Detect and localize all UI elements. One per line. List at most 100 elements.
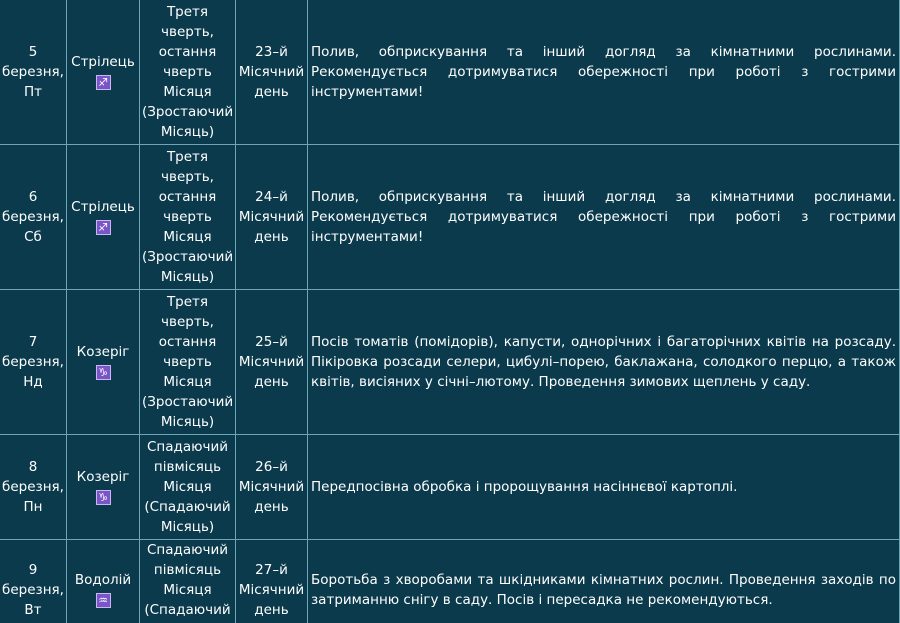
moon-phase-line: чверть xyxy=(163,209,212,225)
table-row: 8 березня, Пн Козеріг ♑ Спадаючий півмісяць Міс… xyxy=(0,434,900,540)
table-body: 5 березня, Пт Стрілець ♐ Третя чверть, остання ч… xyxy=(0,0,900,623)
date-line: березня, xyxy=(2,64,64,80)
date-cell: 5 березня, Пт xyxy=(0,0,67,145)
lunar-day-line: 23–й xyxy=(255,44,288,60)
moon-phase-line: Місяця xyxy=(163,582,212,598)
zodiac-cell: Стрілець ♐ xyxy=(66,144,140,290)
zodiac-cell: Водолій ♒ xyxy=(66,539,140,623)
recommendation-cell: Боротьба з хворобами та шкідниками кімна… xyxy=(307,539,900,623)
table-row: 6 березня, Сб Стрілець ♐ Третя чверть, остання ч… xyxy=(0,144,900,290)
moon-phase-line: чверть xyxy=(163,354,212,370)
lunar-day-cell: 23–й Місячний день xyxy=(235,0,308,145)
table-row: 7 березня, Нд Козеріг ♑ Третя чверть, остання чв… xyxy=(0,289,900,435)
moon-phase-line: (Зростаючий xyxy=(142,249,234,265)
zodiac-cell: Стрілець ♐ xyxy=(66,0,140,145)
date-cell: 8 березня, Пн xyxy=(0,434,67,540)
moon-phase-line: остання xyxy=(158,44,217,60)
date-line: Вт xyxy=(24,602,42,618)
zodiac-sign-name: Стрілець xyxy=(71,54,135,70)
moon-phase-cell: Третя чверть, остання чверть Місяця (Зростаюч… xyxy=(139,0,236,145)
lunar-day-line: день xyxy=(254,374,289,390)
moon-phase-line: (Спадаючий xyxy=(144,602,231,618)
date-line: березня, xyxy=(2,582,64,598)
moon-phase-line: півмісяць xyxy=(153,562,222,578)
date-line: 9 xyxy=(28,562,38,578)
lunar-day-cell: 24–й Місячний день xyxy=(235,144,308,290)
table-row: 9 березня, Вт Водолій ♒ Спадаючий півмісяць Міс… xyxy=(0,539,900,623)
moon-phase-cell: СпадаючийпівмісяцьМісяця(СпадаючийМісяць… xyxy=(139,539,236,623)
zodiac-sign-name: Козеріг xyxy=(76,469,130,485)
moon-phase-line: Місяця xyxy=(163,84,212,100)
moon-phase-line: чверть xyxy=(163,64,212,80)
moon-phase-cell: Третя чверть, остання чверть Місяця (Зростаюч… xyxy=(139,144,236,290)
lunar-day-line: 24–й xyxy=(255,189,288,205)
recommendation-cell: Посів томатів (помідорів), капусти, одно… xyxy=(307,289,900,435)
lunar-day-cell: 26–й Місячний день xyxy=(235,434,308,540)
moon-phase-line: Місяць) xyxy=(160,414,215,430)
date-line: березня, xyxy=(2,354,64,370)
lunar-day-line: день xyxy=(254,602,289,618)
zodiac-sign-name: Стрілець xyxy=(71,199,135,215)
lunar-day-line: день xyxy=(254,499,289,515)
lunar-day-cell: 25–й Місячний день xyxy=(235,289,308,435)
recommendation-cell: Передпосівна обробка і пророщування насі… xyxy=(307,434,900,540)
moon-phase-line: півмісяць xyxy=(153,459,222,475)
moon-phase-line: Місяць) xyxy=(160,519,215,535)
moon-phase-cell: Спадаючий півмісяць Місяця (Спадаючий Місяць… xyxy=(139,434,236,540)
lunar-calendar-table: 5 березня, Пт Стрілець ♐ Третя чверть, остання ч… xyxy=(0,0,900,623)
moon-phase-line: остання xyxy=(158,334,217,350)
zodiac-cell: Козеріг ♑ xyxy=(66,434,140,540)
date-line: березня, xyxy=(2,479,64,495)
zodiac-sign-name: Козеріг xyxy=(76,344,130,360)
lunar-day-line: 25–й xyxy=(255,334,288,350)
lunar-day-line: день xyxy=(254,84,289,100)
lunar-day-cell: 27–й Місячний день xyxy=(235,539,308,623)
date-line: 7 xyxy=(28,334,38,350)
moon-phase-line: Третя xyxy=(166,149,209,165)
lunar-day-line: Місячний xyxy=(238,209,305,225)
date-line: Нд xyxy=(23,374,43,390)
date-cell: 7 березня, Нд xyxy=(0,289,67,435)
moon-phase-line: Третя xyxy=(166,4,209,20)
moon-phase-line: Третя xyxy=(166,294,209,310)
moon-phase-line: (Спадаючий xyxy=(144,499,231,515)
moon-phase-line: остання xyxy=(158,189,217,205)
date-line: 5 xyxy=(28,44,38,60)
date-line: 8 xyxy=(28,459,38,475)
date-line: Пт xyxy=(23,84,42,100)
moon-phase-line: Місяць) xyxy=(160,124,215,140)
moon-phase-line: Спадаючий xyxy=(146,542,229,558)
sagittarius-icon: ♐ xyxy=(95,220,111,235)
date-line: Пн xyxy=(23,499,43,515)
lunar-day-line: 27–й xyxy=(255,562,288,578)
table-row: 5 березня, Пт Стрілець ♐ Третя чверть, остання ч… xyxy=(0,0,900,145)
date-line: 6 xyxy=(28,189,38,205)
lunar-day-line: Місячний xyxy=(238,64,305,80)
moon-phase-line: (Зростаючий xyxy=(142,394,234,410)
recommendation-cell: Полив, обприскування та інший догляд за … xyxy=(307,144,900,290)
moon-phase-cell: Третя чверть, остання чверть Місяця (Зростаюч… xyxy=(139,289,236,435)
moon-phase-line: чверть, xyxy=(161,24,214,40)
date-line: березня, xyxy=(2,209,64,225)
lunar-calendar-view: 5 березня, Пт Стрілець ♐ Третя чверть, остання ч… xyxy=(0,0,900,623)
zodiac-sign-name: Водолій xyxy=(74,572,132,588)
moon-phase-line: (Зростаючий xyxy=(142,104,234,120)
date-cell: 9 березня, Вт xyxy=(0,539,67,623)
recommendation-cell: Полив, обприскування та інший догляд за … xyxy=(307,0,900,145)
moon-phase-line: Місяця xyxy=(163,479,212,495)
lunar-day-line: Місячний xyxy=(238,354,305,370)
lunar-day-line: Місячний xyxy=(238,479,305,495)
sagittarius-icon: ♐ xyxy=(95,75,111,90)
moon-phase-line: Спадаючий xyxy=(146,439,229,455)
moon-phase-line: чверть, xyxy=(161,314,214,330)
moon-phase-line: Місяць) xyxy=(160,269,215,285)
moon-phase-line: чверть, xyxy=(161,169,214,185)
aquarius-icon: ♒ xyxy=(95,593,111,608)
date-line: Сб xyxy=(24,229,42,245)
moon-phase-line: Місяця xyxy=(163,374,212,390)
lunar-day-line: день xyxy=(254,229,289,245)
lunar-day-line: Місячний xyxy=(238,582,305,598)
zodiac-cell: Козеріг ♑ xyxy=(66,289,140,435)
lunar-day-line: 26–й xyxy=(255,459,288,475)
capricorn-icon: ♑ xyxy=(95,490,111,505)
